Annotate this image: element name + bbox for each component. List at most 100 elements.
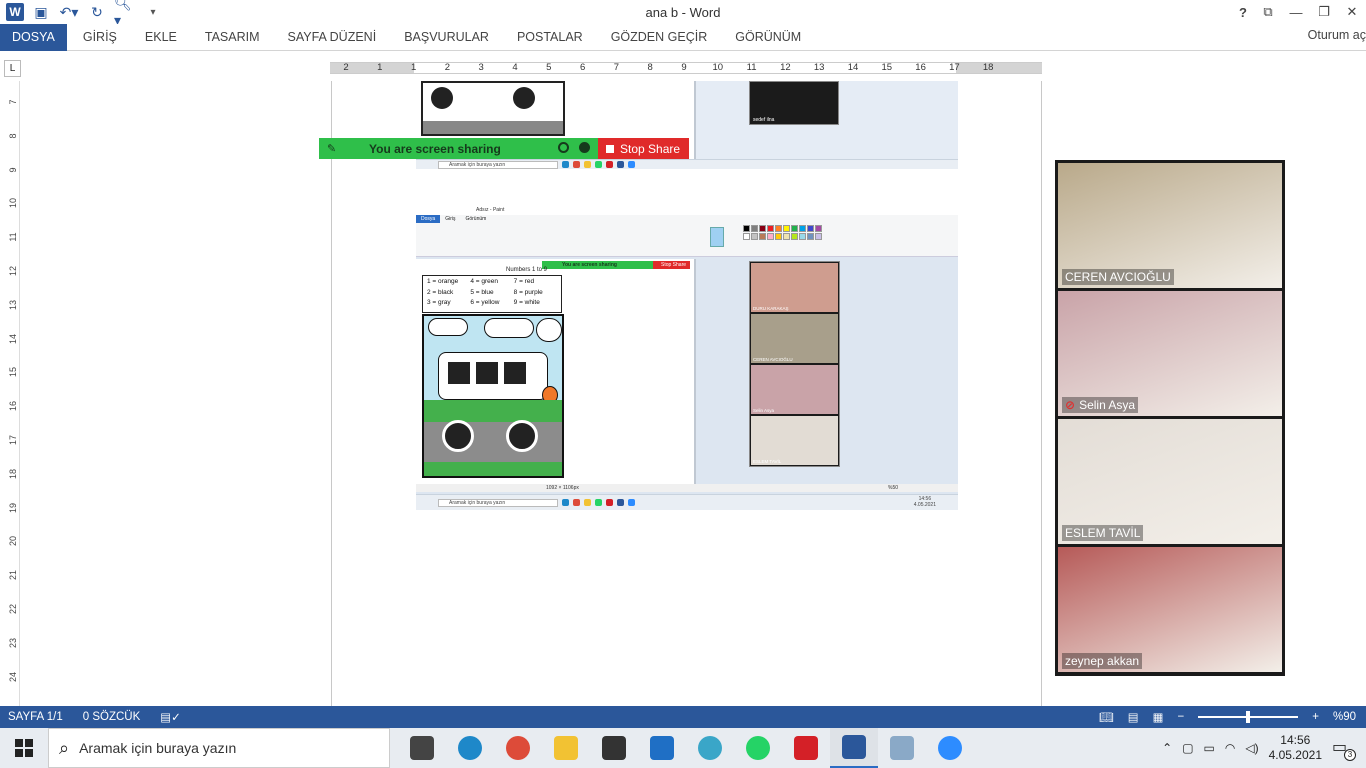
zoom-level[interactable]: %90 [1333, 711, 1356, 723]
file-explorer-icon-glyph [554, 736, 578, 760]
zoom-participants-panel[interactable]: CEREN AVCIOĞLU ⊘ Selin Asya ESLEM TAVİL z… [1055, 160, 1285, 676]
ruler-tick: 15 [8, 367, 18, 378]
participant-tile[interactable]: ⊘ Selin Asya [1058, 291, 1282, 416]
palette-swatch [783, 233, 790, 240]
zoom-out-icon[interactable]: − [1178, 711, 1185, 723]
participant-name: ESLEM TAVİL [1062, 525, 1144, 541]
page-count[interactable]: SAYFA 1/1 [8, 711, 63, 723]
web-layout-icon[interactable]: ▦ [1153, 710, 1164, 724]
mini-zoom-gallery: DURU KARAKAŞ CEREN AVCIOĞLU Selin Asya E… [749, 261, 840, 467]
zoom-icon-glyph [938, 736, 962, 760]
palette-swatch [799, 233, 806, 240]
participant-tile[interactable]: zeynep akkan [1058, 547, 1282, 672]
embedded-screenshot-paint[interactable]: Adsız - Paint Dosya Giriş Görünüm You ar… [416, 205, 958, 510]
acrobat-icon[interactable] [782, 728, 830, 768]
customize-toolbar-icon[interactable]: ▾ [142, 2, 164, 22]
pin-icon[interactable]: ✎ [327, 142, 337, 155]
tab-view[interactable]: GÖRÜNÜM [721, 24, 815, 51]
read-mode-icon[interactable]: 📖︎ [1099, 710, 1114, 724]
whatsapp-icon[interactable] [734, 728, 782, 768]
volume-icon[interactable]: ◁) [1245, 741, 1258, 755]
maximize-icon[interactable]: ❐ [1310, 0, 1338, 24]
zoom-icon[interactable] [926, 728, 974, 768]
ruler-tick: 18 [8, 468, 18, 479]
ruler-tick: 14 [8, 333, 18, 344]
tab-design[interactable]: TASARIM [191, 24, 274, 51]
status-bar: SAYFA 1/1 0 SÖZCÜK ▤✓ 📖︎ ▤ ▦ − + %90 [0, 706, 1366, 728]
palette-swatch [783, 225, 790, 232]
mail-icon[interactable] [638, 728, 686, 768]
stop-share-button[interactable]: Stop Share [598, 138, 689, 159]
taskbar-search-box[interactable]: ⌕ Aramak için buraya yazın [48, 728, 390, 768]
word-icon[interactable] [830, 728, 878, 768]
zoom-in-icon[interactable]: + [1312, 711, 1319, 723]
tab-home[interactable]: GİRİŞ [69, 24, 131, 51]
tab-page-layout[interactable]: SAYFA DÜZENİ [274, 24, 391, 51]
help-icon[interactable]: ? [1232, 0, 1254, 24]
security-shield-icon[interactable] [579, 142, 590, 153]
sharing-label: You are screen sharing [369, 141, 501, 156]
color-palette [743, 225, 822, 240]
ruler-tick: 1 [410, 62, 417, 73]
embedded-taskbar-top: Aramak için buraya yazın [416, 159, 958, 169]
stop-icon [606, 144, 614, 153]
paint-ribbon: Adsız - Paint Dosya Giriş Görünüm [416, 205, 958, 257]
word-count[interactable]: 0 SÖZCÜK [83, 711, 141, 723]
palette-swatch [799, 225, 806, 232]
proofing-icon[interactable]: ▤✓ [160, 710, 181, 724]
ruler-tick: 22 [8, 604, 18, 615]
eba-icon[interactable] [686, 728, 734, 768]
wifi-icon[interactable]: ◠ [1225, 741, 1235, 755]
palette-swatch [815, 233, 822, 240]
redo-icon[interactable]: ↻ [86, 2, 108, 22]
close-icon[interactable]: ✕ [1338, 0, 1366, 24]
store-icon[interactable] [590, 728, 638, 768]
ruler-tick: 11 [746, 62, 757, 73]
screen-sharing-banner[interactable]: ✎ You are screen sharing [319, 138, 598, 159]
ruler-tick: 1 [377, 62, 383, 73]
ruler-tick: 7 [613, 62, 620, 73]
participant-name: ⊘ Selin Asya [1062, 397, 1139, 413]
ruler-tick: 10 [8, 198, 18, 209]
meet-now-icon[interactable]: ▢ [1182, 741, 1193, 755]
print-preview-icon[interactable]: 🔍︎▾ [114, 0, 136, 28]
ruler-tick: 21 [8, 570, 18, 581]
tab-mailings[interactable]: POSTALAR [503, 24, 597, 51]
save-icon[interactable]: ▣ [30, 2, 52, 22]
participant-tile[interactable]: CEREN AVCIOĞLU [1058, 163, 1282, 288]
ruler-tick: 13 [813, 62, 825, 73]
vertical-ruler[interactable]: 7 8 9 10 11 12 13 14 15 16 17 18 19 20 21 22 23 24 [4, 81, 20, 706]
ribbon-tabs: DOSYA GİRİŞ EKLE TASARIM SAYFA DÜZENİ BA… [0, 23, 1366, 51]
print-layout-icon[interactable]: ▤ [1128, 710, 1139, 724]
ruler-tick: 12 [8, 266, 18, 277]
zoom-slider[interactable] [1198, 711, 1299, 723]
sign-in-link[interactable]: Oturum aç [1308, 28, 1366, 42]
tab-stop-selector[interactable]: L [4, 60, 21, 77]
tab-review[interactable]: GÖZDEN GEÇİR [597, 24, 722, 51]
taskbar-clock[interactable]: 14:56 4.05.2021 [1269, 733, 1322, 763]
tray-overflow-icon[interactable]: ⌃ [1162, 741, 1172, 755]
edge-icon[interactable] [446, 728, 494, 768]
notifications-icon[interactable]: ▭ 3 [1332, 737, 1356, 761]
undo-icon[interactable]: ↶▾ [58, 2, 80, 22]
file-explorer-icon[interactable] [542, 728, 590, 768]
ribbon-display-icon[interactable]: ⧉ [1254, 0, 1282, 24]
participant-tile[interactable]: ESLEM TAVİL [1058, 419, 1282, 544]
tab-references[interactable]: BAŞVURULAR [390, 24, 503, 51]
ruler-tick: 9 [681, 62, 687, 73]
minimize-icon[interactable]: — [1282, 0, 1310, 24]
horizontal-ruler[interactable]: 2 1 1 2 3 4 5 6 7 8 9 10 11 12 13 14 15 16 17 18 [330, 62, 1042, 74]
paint-icon[interactable] [878, 728, 926, 768]
tab-file[interactable]: DOSYA [0, 23, 67, 51]
battery-icon[interactable]: ▭ [1204, 741, 1215, 755]
palette-swatch [751, 225, 758, 232]
windows-taskbar: ⌕ Aramak için buraya yazın ⌃ ▢ ▭ ◠ ◁) 14… [0, 728, 1366, 768]
palette-swatch [807, 233, 814, 240]
tab-insert[interactable]: EKLE [131, 24, 191, 51]
palette-swatch [767, 225, 774, 232]
pause-share-icon[interactable] [558, 142, 569, 153]
chrome-icon[interactable] [494, 728, 542, 768]
participant-name: zeynep akkan [1062, 653, 1143, 669]
start-button[interactable] [0, 728, 48, 768]
task-view-icon[interactable] [398, 728, 446, 768]
